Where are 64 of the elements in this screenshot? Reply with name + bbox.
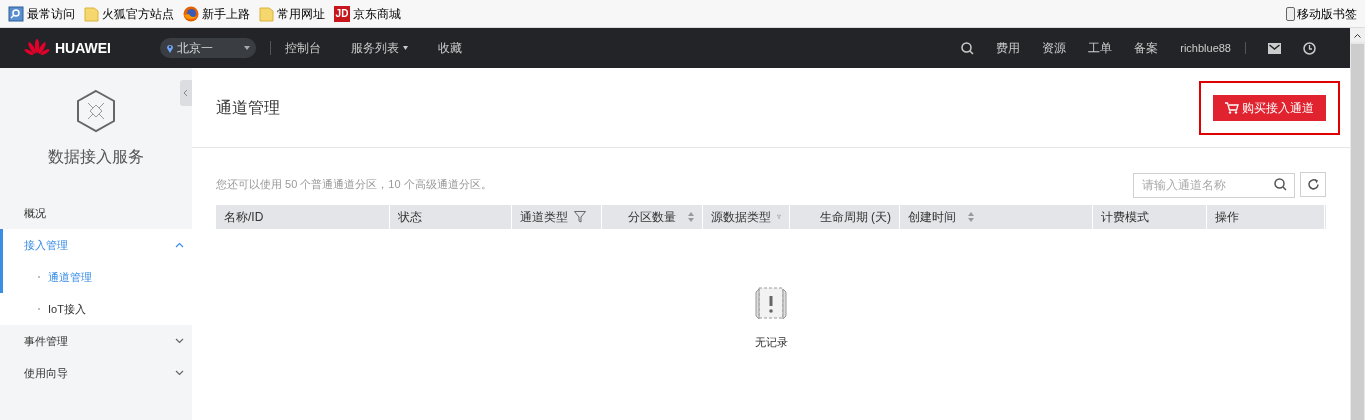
caret-icon — [244, 46, 250, 50]
quota-note: 您还可以使用 50 个普通通道分区，10 个高级通道分区。 — [216, 177, 492, 193]
chevron-down-icon — [175, 370, 184, 376]
column-header[interactable]: 通道类型 — [512, 205, 602, 229]
scrollbar-thumb[interactable] — [1351, 44, 1364, 420]
sidebar-item[interactable]: 使用向导 — [0, 357, 192, 389]
sidebar-item[interactable]: 概况 — [0, 197, 192, 229]
folder-icon — [84, 5, 99, 22]
bookmark-link[interactable]: 常用网址 — [259, 4, 325, 23]
jd-logo-icon: JD — [334, 5, 350, 22]
scroll-up-icon[interactable] — [1354, 32, 1361, 38]
clock-icon[interactable] — [1303, 41, 1316, 55]
sidebar-subitem[interactable]: IoT接入 — [0, 293, 192, 325]
empty-message: 无记录 — [754, 335, 788, 350]
bookmark-link[interactable]: 火狐官方站点 — [84, 4, 174, 23]
mobile-bookmarks-link[interactable]: 移动版书签 — [1286, 4, 1357, 23]
column-header[interactable]: 分区数量 — [602, 205, 703, 229]
sidebar-subitem[interactable]: 通道管理 — [3, 261, 192, 293]
bookmark-link[interactable]: 新手上路 — [183, 4, 250, 23]
search-icon[interactable] — [961, 41, 975, 55]
phone-icon — [1286, 6, 1295, 21]
chevron-down-icon — [175, 338, 184, 344]
search-page-icon — [8, 5, 24, 22]
nav-link[interactable]: 工单 — [1088, 39, 1113, 57]
search-field[interactable]: 请输入通道名称 — [1133, 172, 1295, 198]
buy-channel-button[interactable]: 购买接入通道 — [1213, 94, 1326, 121]
sidebar-item[interactable]: 接入管理 — [3, 229, 192, 261]
column-header: 名称/ID — [216, 205, 390, 229]
column-header: 生命周期 (天) — [790, 205, 900, 229]
nav-link[interactable]: 费用 — [996, 39, 1021, 57]
user-name-link[interactable]: richblue88 — [1180, 39, 1231, 57]
refresh-button[interactable] — [1300, 172, 1326, 197]
petal-logo-icon — [24, 39, 50, 57]
column-header[interactable]: 创建时间 — [900, 205, 1093, 229]
caret-icon — [403, 46, 408, 50]
mail-icon[interactable] — [1268, 42, 1281, 54]
search-icon — [1274, 178, 1287, 191]
nav-link[interactable]: 资源 — [1042, 39, 1067, 57]
chevron-left-icon — [183, 89, 189, 97]
page-title: 通道管理 — [216, 97, 280, 118]
nav-link[interactable]: 服务列表 — [351, 39, 408, 57]
brand-logo[interactable]: HUAWEI — [24, 37, 144, 59]
chevron-up-icon — [175, 242, 184, 248]
cart-icon — [1225, 101, 1239, 114]
refresh-icon — [1306, 178, 1320, 191]
filter-icon[interactable] — [574, 211, 586, 223]
nav-link[interactable]: 备案 — [1134, 39, 1159, 57]
nav-link[interactable]: 控制台 — [285, 39, 321, 57]
folder-icon — [259, 5, 274, 22]
globe-fox-icon — [183, 5, 199, 22]
brand-name: HUAWEI — [55, 38, 111, 58]
column-header: 操作 — [1207, 205, 1325, 229]
bookmark-link[interactable]: JD 京东商城 — [334, 4, 401, 23]
nav-link[interactable]: 收藏 — [438, 39, 462, 57]
region-selector[interactable]: 北京一 — [160, 38, 256, 58]
column-header: 状态 — [390, 205, 512, 229]
service-hexagon-icon — [76, 89, 116, 133]
bookmark-link[interactable]: 最常访问 — [8, 4, 75, 23]
column-header[interactable]: 源数据类型 — [703, 205, 790, 229]
sidebar-item[interactable]: 事件管理 — [0, 325, 192, 357]
service-name: 数据接入服务 — [47, 147, 145, 167]
location-pin-icon — [166, 43, 174, 53]
empty-record-icon — [755, 284, 787, 322]
column-header: 计费模式 — [1093, 205, 1207, 229]
